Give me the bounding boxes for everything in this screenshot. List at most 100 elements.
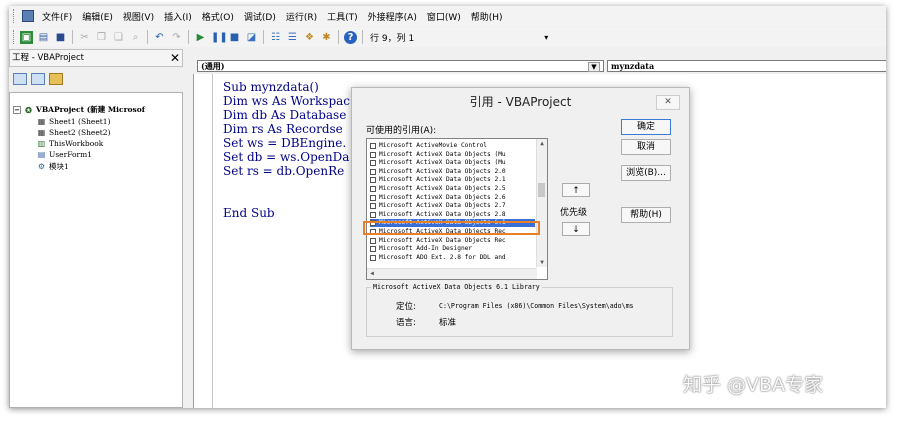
available-references-label: 可使用的引用(A): (366, 126, 437, 136)
ok-button[interactable]: 确定 (621, 119, 671, 135)
copy-icon[interactable]: ❐ (95, 31, 108, 44)
help-icon[interactable]: ? (344, 30, 357, 44)
tree-item-thisworkbook[interactable]: ▥ ThisWorkbook (37, 139, 104, 148)
reference-item[interactable]: Microsoft ActiveX Data Objects 2.8 (370, 211, 535, 219)
toolbar-grip[interactable] (13, 30, 18, 44)
code-gutter[interactable] (194, 74, 213, 408)
reference-checkbox[interactable] (370, 177, 376, 184)
reference-item[interactable]: Microsoft ActiveX Data Objects 2.5 (370, 185, 535, 193)
reference-checkbox[interactable] (370, 186, 376, 192)
reference-checkbox[interactable] (370, 211, 376, 218)
break-icon[interactable]: ❚❚ (211, 31, 228, 44)
reference-checkbox[interactable] (370, 254, 376, 261)
reference-info-title: Microsoft ActiveX Data Objects 6.1 Libra… (371, 283, 542, 291)
project-explorer-title: 工程 - VBAProject ✕ (9, 49, 183, 67)
menu-view[interactable]: 视图(V) (118, 10, 159, 23)
find-icon[interactable]: ⌕ (129, 31, 142, 44)
reference-item[interactable]: Microsoft ADO Ext. 2.8 for DDL and (370, 254, 535, 262)
reference-checkbox[interactable] (370, 160, 376, 167)
menu-debug[interactable]: 调试(D) (239, 10, 281, 23)
reference-item[interactable]: Microsoft ActiveX Data Objects 2.6 (370, 194, 535, 202)
close-icon[interactable]: ✕ (656, 95, 680, 110)
reset-icon[interactable]: ■ (228, 31, 241, 44)
code-line[interactable]: End Sub (223, 206, 275, 220)
paste-icon[interactable]: ❏ (112, 31, 125, 44)
code-line[interactable]: Dim db As Database (223, 108, 346, 122)
scroll-up-icon[interactable]: ▲ (537, 139, 547, 148)
reference-checkbox[interactable] (370, 246, 376, 253)
priority-up-button[interactable]: ↑ (562, 183, 590, 197)
menu-tools[interactable]: 工具(T) (322, 10, 363, 23)
reference-checkbox[interactable] (370, 151, 376, 158)
references-list[interactable]: Microsoft ADO Ext. 2.8 for DDL and Micros… (366, 138, 548, 280)
help-button[interactable]: 帮助(H) (621, 207, 671, 223)
menu-file[interactable]: 文件(F) (37, 10, 77, 23)
reference-checkbox[interactable] (370, 143, 376, 149)
code-line[interactable]: Set ws = DBEngine. (223, 136, 346, 150)
menu-insert[interactable]: 插入(I) (159, 10, 197, 23)
properties-icon[interactable]: ☰ (286, 31, 299, 44)
object-combo[interactable]: (通用) ▼ (197, 60, 604, 72)
cut-icon[interactable]: ✂ (78, 31, 91, 44)
tree-root[interactable]: − ✪ VBAProject (新建 Microsof (13, 104, 145, 115)
object-browser-icon[interactable]: ❖ (303, 31, 316, 44)
view-code-icon[interactable] (13, 73, 27, 85)
reference-item[interactable]: Microsoft ActiveX Data Objects Rec (370, 237, 535, 245)
chevron-down-icon[interactable]: ▼ (588, 62, 600, 72)
insert-userform-icon[interactable]: ▤ (37, 31, 50, 44)
procedure-combo[interactable]: mynzdata (607, 60, 886, 72)
reference-checkbox[interactable] (370, 203, 376, 210)
menu-run[interactable]: 运行(R) (281, 10, 322, 23)
reference-item[interactable]: Microsoft ActiveX Data Objects 2.1 (370, 176, 535, 184)
scroll-down-icon[interactable]: ▼ (537, 258, 547, 267)
design-mode-icon[interactable]: ◪ (245, 31, 258, 44)
view-excel-icon[interactable]: ▣ (20, 30, 33, 44)
menu-addins[interactable]: 外接程序(A) (363, 10, 422, 23)
reference-item[interactable]: Microsoft ActiveMovie Control (370, 142, 535, 150)
reference-checkbox[interactable] (370, 168, 376, 175)
code-line[interactable]: Sub mynzdata() (223, 80, 319, 94)
save-icon[interactable]: ■ (54, 31, 67, 44)
scroll-left-icon[interactable]: ◀ (367, 269, 377, 278)
code-line[interactable]: Dim ws As Workspac (223, 94, 350, 108)
horizontal-scrollbar[interactable]: ◀ (367, 268, 537, 279)
menu-help[interactable]: 帮助(H) (466, 10, 508, 23)
tree-item-label: Sheet2 (Sheet2) (49, 128, 111, 137)
toolbar-overflow-icon[interactable]: ▾ (544, 33, 548, 42)
reference-item-label: Microsoft ActiveX Data Objects Rec (379, 236, 506, 244)
tree-item-sheet1[interactable]: ▦ Sheet1 (Sheet1) (37, 117, 111, 126)
redo-icon[interactable]: ↷ (170, 31, 183, 44)
collapse-icon[interactable]: − (13, 105, 21, 114)
run-icon[interactable]: ▶ (194, 31, 207, 44)
code-line[interactable]: Set rs = db.OpenRe (223, 164, 344, 178)
reference-checkbox[interactable] (370, 237, 376, 244)
menubar-grip[interactable] (13, 9, 18, 23)
menu-window[interactable]: 窗口(W) (422, 10, 466, 23)
toolbox-icon[interactable]: ✱ (320, 31, 333, 44)
project-explorer-icon[interactable]: ☷ (269, 31, 282, 44)
cancel-button[interactable]: 取消 (621, 139, 671, 155)
reference-item[interactable]: Microsoft ActiveX Data Objects 2.7 (370, 202, 535, 210)
vertical-scrollbar[interactable]: ▲ ▼ (536, 139, 547, 267)
reference-item[interactable]: Microsoft ActiveX Data Objects 2.0 (370, 168, 535, 176)
code-line[interactable]: Set db = ws.OpenDa (223, 150, 349, 164)
reference-item[interactable]: Microsoft ActiveX Data Objects (Mu (370, 151, 535, 159)
reference-checkbox[interactable] (370, 194, 376, 201)
reference-item[interactable]: Microsoft ActiveX Data Objects (Mu (370, 159, 535, 167)
menu-format[interactable]: 格式(O) (197, 10, 239, 23)
menu-edit[interactable]: 编辑(E) (77, 10, 118, 23)
browse-button[interactable]: 浏览(B)... (621, 165, 671, 181)
undo-icon[interactable]: ↶ (153, 31, 166, 44)
tree-item-sheet2[interactable]: ▦ Sheet2 (Sheet2) (37, 128, 111, 137)
view-object-icon[interactable] (31, 73, 45, 85)
reference-item[interactable]: Microsoft Add-In Designer (370, 245, 535, 253)
tree-item-module1[interactable]: ⚙ 模块1 (37, 161, 69, 172)
priority-down-button[interactable]: ↓ (562, 222, 590, 236)
scroll-thumb[interactable] (538, 183, 545, 197)
tree-item-userform1[interactable]: ▤ UserForm1 (37, 150, 92, 159)
close-icon[interactable]: ✕ (170, 50, 180, 66)
code-line[interactable]: Dim rs As Recordse (223, 122, 343, 136)
toggle-folders-icon[interactable] (49, 73, 63, 85)
standard-toolbar: ▣ ▤ ■ ✂ ❐ ❏ ⌕ ↶ ↷ ▶ ❚❚ ■ ◪ ☷ ☰ ❖ ✱ ? 行 9… (9, 27, 886, 47)
excel-icon[interactable] (22, 10, 34, 22)
